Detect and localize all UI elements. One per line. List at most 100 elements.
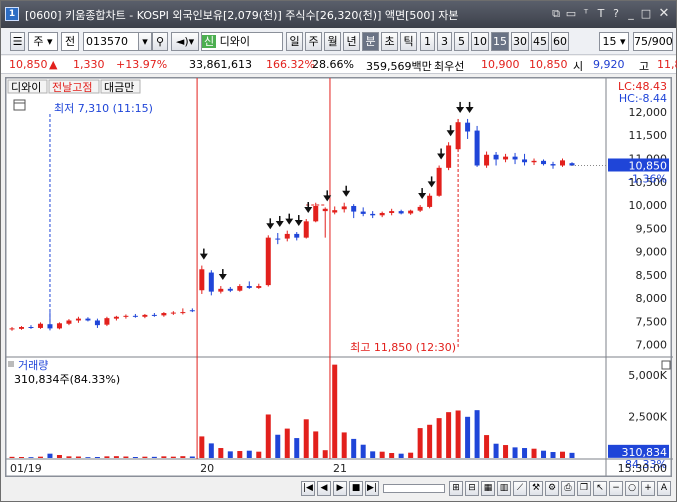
window-title: [0600] 키움종합차트 - KOSPI 외국인보유[2,079(천)] 주식… — [25, 9, 459, 22]
volume-title: 거래량 — [18, 359, 48, 372]
volume-bar — [37, 456, 43, 458]
menu-icon[interactable]: ☰ — [10, 32, 25, 51]
candle-body — [493, 154, 499, 160]
zoom-out-icon[interactable]: ⊟ — [465, 481, 479, 496]
current-price: 10,850 — [9, 58, 48, 71]
candlestick-chart[interactable]: 디와이전날고점대금만12,00011,50011,00010,50010,000… — [6, 78, 673, 478]
scroll-prev-icon[interactable]: ◀ — [317, 481, 331, 496]
maximize-icon[interactable]: □ — [639, 6, 653, 21]
config-icon[interactable]: ⚙ — [545, 481, 559, 496]
volume-bar — [560, 451, 566, 458]
bar-icon[interactable]: ▥ — [497, 481, 511, 496]
candle-body — [465, 122, 471, 132]
period-button[interactable]: 년 — [343, 32, 360, 51]
stop-icon[interactable]: ■ — [349, 481, 363, 496]
minute-button[interactable]: 45 — [531, 32, 549, 51]
x-tick-label: 01/19 — [10, 462, 42, 475]
scroll-first-icon[interactable]: |◀ — [301, 481, 315, 496]
font-icon[interactable]: ᵀ — [579, 6, 593, 21]
candle-body — [370, 213, 376, 216]
app-icon: 1 — [5, 7, 19, 21]
period-button[interactable]: 주 — [305, 32, 322, 51]
tool-icon[interactable]: ⚒ — [529, 481, 543, 496]
high-price: 11,8 — [657, 58, 677, 71]
candle-body — [351, 205, 357, 212]
minute-button[interactable]: 1 — [420, 32, 435, 51]
sound-icon[interactable]: ◄)▾ — [171, 32, 199, 51]
volume-bar — [427, 424, 433, 458]
scroll-end-icon[interactable]: ▶| — [365, 481, 379, 496]
period-button[interactable]: 일 — [286, 32, 303, 51]
scroll-slider[interactable] — [383, 484, 445, 493]
volume-bar — [484, 435, 490, 458]
volume-bar — [398, 453, 404, 458]
candle-body — [341, 206, 347, 210]
minute-select[interactable]: 15 ▾ — [599, 32, 629, 51]
search-icon[interactable]: ⚲ — [152, 32, 168, 51]
volume-bar — [379, 451, 385, 458]
legend-item: 디와이 — [11, 81, 41, 94]
minute-button[interactable]: 5 — [454, 32, 469, 51]
candle-body — [9, 328, 15, 330]
candle-body — [322, 208, 328, 212]
period-button[interactable]: 초 — [381, 32, 398, 51]
grid-icon[interactable]: ▦ — [481, 481, 495, 496]
minute-button[interactable]: 30 — [511, 32, 529, 51]
count-field[interactable]: 75/900 — [633, 32, 673, 51]
volume-bar — [9, 456, 15, 458]
volume-bar — [265, 414, 271, 458]
minimize-icon[interactable]: _ — [624, 6, 638, 21]
period-button[interactable]: 분 — [362, 32, 379, 51]
zoom-in-icon[interactable]: ⊞ — [449, 481, 463, 496]
minute-button[interactable]: 60 — [551, 32, 569, 51]
volume-bar — [474, 410, 480, 458]
candle-body — [142, 314, 148, 317]
copy-icon[interactable]: ❐ — [577, 481, 591, 496]
volume-bar — [189, 456, 195, 458]
chart-area[interactable]: 디와이전날고점대금만12,00011,50011,00010,50010,000… — [5, 77, 673, 478]
minute-button[interactable]: 15 — [491, 32, 509, 51]
volume-bar — [142, 456, 148, 458]
line-icon[interactable]: ⟋ — [513, 481, 527, 496]
volume-bar — [550, 452, 556, 458]
period-unit-select[interactable]: 주 ▾ — [28, 32, 58, 51]
code-dropdown-icon[interactable]: ▾ — [138, 32, 152, 51]
reset-icon[interactable]: ○ — [625, 481, 639, 496]
close-icon[interactable]: ✕ — [657, 6, 671, 21]
period-button[interactable]: 틱 — [400, 32, 417, 51]
current-price-label: 10,850 — [629, 159, 668, 172]
minute-button[interactable]: 3 — [437, 32, 452, 51]
zoom-minus-icon[interactable]: − — [609, 481, 623, 496]
link-icon[interactable]: ⧉ — [549, 6, 563, 21]
change-percent: +13.97% — [116, 58, 168, 71]
period-button[interactable]: 월 — [324, 32, 341, 51]
volume-bar — [531, 448, 537, 458]
help-icon[interactable]: ? — [609, 6, 623, 21]
font-size-icon[interactable]: A — [657, 481, 671, 496]
candle-body — [94, 320, 100, 326]
best-bid: 10,850 — [529, 58, 568, 71]
minute-button[interactable]: 10 — [471, 32, 489, 51]
volume-bar — [170, 456, 176, 458]
candle-body — [398, 211, 404, 214]
high-annotation: 최고 11,850 (12:30) — [350, 341, 456, 354]
zoom-plus-icon[interactable]: + — [641, 481, 655, 496]
stock-code-input[interactable]: 013570 — [83, 32, 139, 51]
volume-bar — [237, 451, 243, 458]
screen-icon[interactable]: ▭ — [564, 6, 578, 21]
print-icon[interactable]: ⎙ — [561, 481, 575, 496]
play-icon[interactable]: ▶ — [333, 481, 347, 496]
candle-body — [199, 269, 205, 291]
price-tick-label: 7,500 — [636, 315, 668, 328]
legend-item: 전날고점 — [52, 81, 92, 94]
volume-bar — [161, 456, 167, 458]
candle-body — [446, 145, 452, 168]
candle-body — [161, 313, 167, 316]
volume-bar — [436, 418, 442, 458]
cursor-icon[interactable]: ↖ — [593, 481, 607, 496]
candle-body — [484, 154, 490, 166]
prev-button[interactable]: 전 — [61, 32, 79, 51]
change-amount: 1,330 — [73, 58, 105, 71]
text-icon[interactable]: T — [594, 6, 608, 21]
candle-body — [303, 221, 309, 238]
